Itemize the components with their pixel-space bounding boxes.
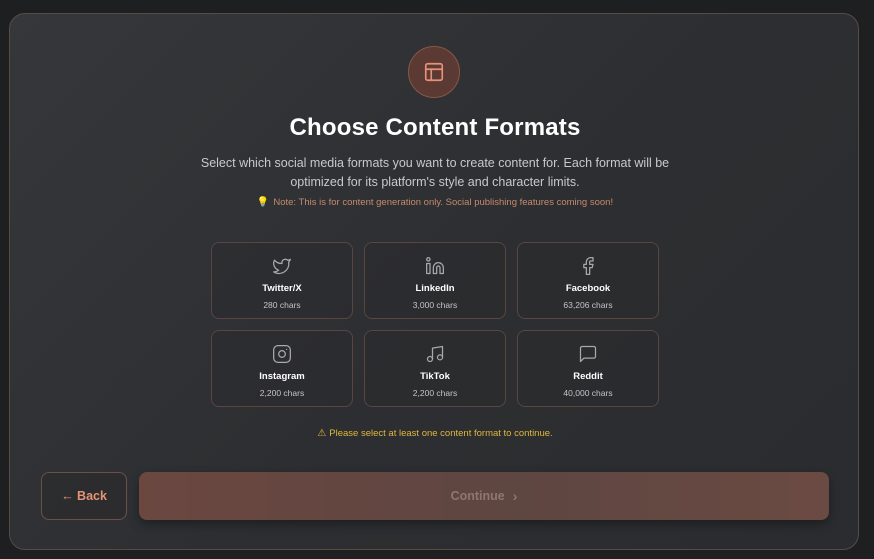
format-grid: Twitter/X 280 chars LinkedIn 3,000 chars… [211, 242, 659, 407]
validation-warning: ⚠ Please select at least one content form… [10, 428, 860, 439]
format-name: Facebook [565, 283, 611, 294]
continue-button[interactable]: Continue › [139, 472, 829, 520]
validation-warning-text: Please select at least one content forma… [329, 428, 553, 439]
format-char-limit: 63,206 chars [563, 300, 613, 310]
format-name: Reddit [573, 371, 603, 382]
format-char-limit: 280 chars [263, 300, 301, 310]
format-option-instagram[interactable]: Instagram 2,200 chars [211, 330, 353, 407]
page-title: Choose Content Formats [289, 114, 581, 141]
lightbulb-icon: 💡 [256, 197, 270, 208]
back-button[interactable]: ← Back [41, 472, 127, 520]
format-option-tiktok[interactable]: TikTok 2,200 chars [364, 330, 506, 407]
format-name: Twitter/X [262, 283, 302, 294]
format-char-limit: 2,200 chars [412, 388, 458, 398]
linkedin-icon [424, 255, 446, 277]
twitter-icon [271, 255, 293, 277]
format-name: LinkedIn [415, 283, 455, 294]
format-char-limit: 2,200 chars [259, 388, 305, 398]
format-char-limit: 40,000 chars [563, 388, 613, 398]
continue-button-label: Continue [450, 489, 505, 503]
info-note-text: Note: This is for content generation onl… [273, 197, 614, 208]
format-option-linkedin[interactable]: LinkedIn 3,000 chars [364, 242, 506, 319]
format-option-twitter[interactable]: Twitter/X 280 chars [211, 242, 353, 319]
message-square-icon [577, 343, 599, 365]
page-subtitle: Select which social media formats you wa… [200, 156, 670, 189]
format-name: TikTok [420, 371, 450, 382]
format-name: Instagram [259, 371, 305, 382]
music-note-icon [424, 343, 446, 365]
format-option-facebook[interactable]: Facebook 63,206 chars [517, 242, 659, 319]
facebook-icon [577, 255, 599, 277]
info-note: 💡 Note: This is for content generation on… [10, 197, 860, 208]
layout-icon [408, 46, 460, 98]
instagram-icon [271, 343, 293, 365]
format-selection-card: Choose Content Formats Select which soci… [9, 13, 859, 550]
format-char-limit: 3,000 chars [412, 300, 458, 310]
warning-triangle-icon: ⚠ [317, 428, 327, 439]
chevron-right-icon: › [512, 488, 518, 504]
format-option-reddit[interactable]: Reddit 40,000 chars [517, 330, 659, 407]
